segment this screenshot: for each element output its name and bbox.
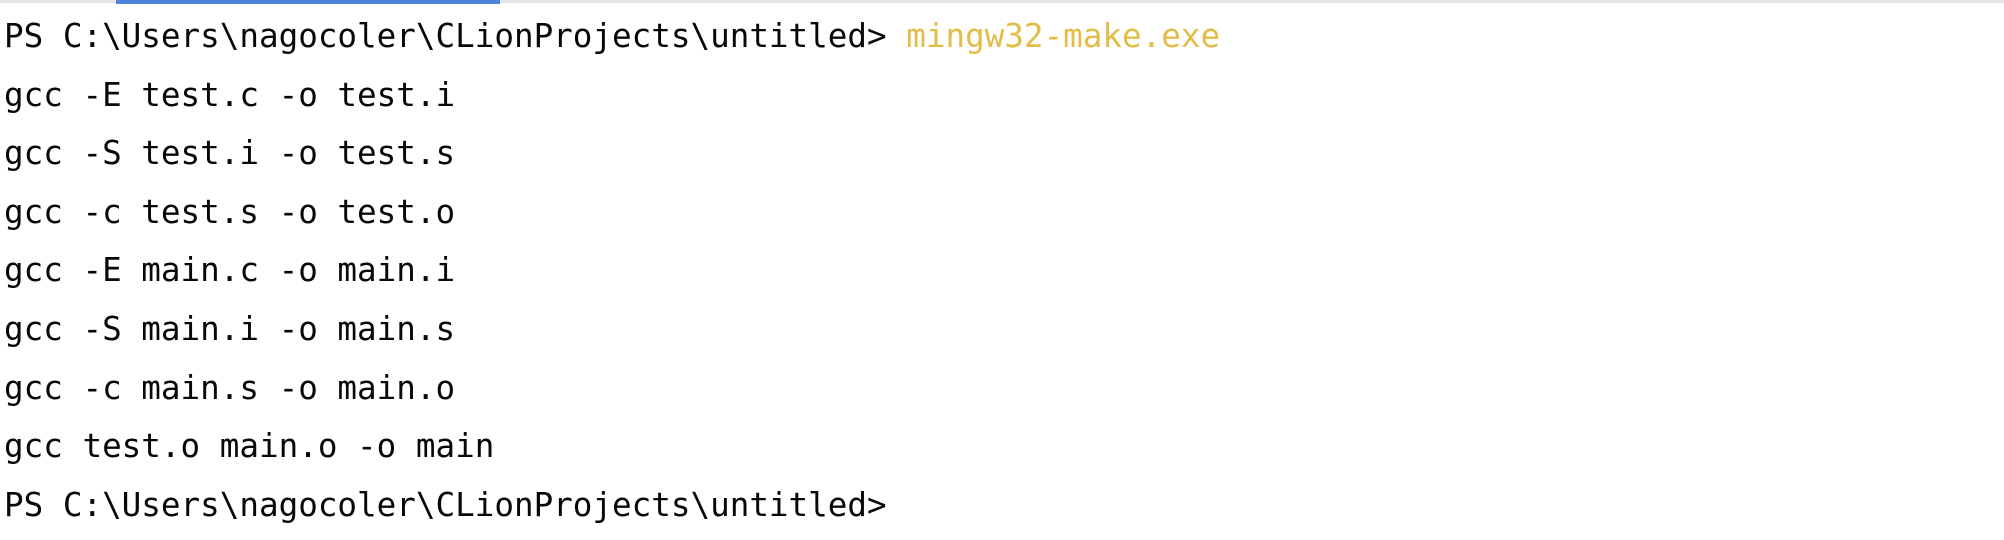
- terminal-line: gcc -S test.i -o test.s: [4, 134, 456, 173]
- terminal-line: gcc -c test.s -o test.o: [4, 192, 456, 231]
- terminal-line-final-prompt[interactable]: PS C:\Users\nagocoler\CLionProjects\unti…: [4, 482, 1994, 540]
- active-tab-indicator[interactable]: [116, 0, 500, 4]
- terminal-line: gcc -c main.s -o main.o: [4, 368, 456, 407]
- terminal-line: gcc -E main.c -o main.i: [4, 251, 456, 290]
- terminal-line: gcc test.o main.o -o main: [4, 427, 495, 466]
- prompt-text: PS C:\Users\nagocoler\CLionProjects\unti…: [4, 17, 907, 55]
- terminal-output[interactable]: PS C:\Users\nagocoler\CLionProjects\unti…: [4, 13, 1994, 540]
- command-text: mingw32-make.exe: [906, 17, 1221, 55]
- terminal-line-prompt: PS C:\Users\nagocoler\CLionProjects\unti…: [4, 13, 1994, 72]
- terminal-line: gcc -S main.i -o main.s: [4, 309, 456, 348]
- terminal-line: gcc -E test.c -o test.i: [4, 75, 456, 114]
